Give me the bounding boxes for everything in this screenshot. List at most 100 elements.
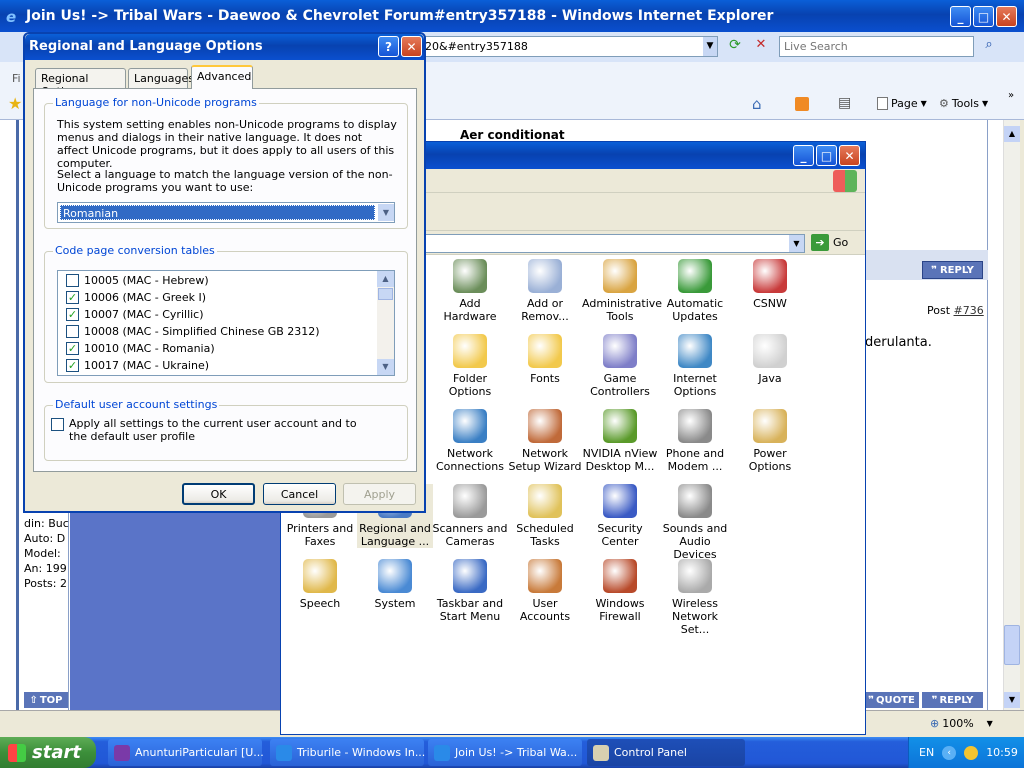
- top-button[interactable]: ⇧ TOP: [24, 692, 68, 708]
- control-panel-item[interactable]: Windows Firewall: [582, 559, 658, 623]
- ie-title-bar[interactable]: e Join Us! -> Tribal Wars - Daewoo & Che…: [0, 0, 1024, 32]
- control-panel-item[interactable]: Taskbar and Start Menu: [432, 559, 508, 623]
- control-panel-item[interactable]: Automatic Updates: [657, 259, 733, 323]
- control-panel-item[interactable]: Internet Options: [657, 334, 733, 398]
- messenger-smiley-icon[interactable]: [964, 745, 979, 760]
- close-icon[interactable]: ✕: [996, 6, 1017, 27]
- search-icon[interactable]: ⌕: [978, 37, 1000, 57]
- taskbar-button[interactable]: Join Us! -> Tribal Wa...: [428, 739, 582, 766]
- scroll-up-icon[interactable]: ▲: [1004, 126, 1020, 142]
- cp-maximize-icon[interactable]: □: [816, 145, 837, 166]
- codepage-checkbox[interactable]: ✓: [66, 308, 79, 321]
- control-panel-item[interactable]: User Accounts: [507, 559, 583, 623]
- reply-bottom-button[interactable]: ❞ REPLY: [922, 692, 983, 708]
- reply-button[interactable]: ❞ REPLY: [922, 261, 983, 279]
- scroll-thumb[interactable]: [1004, 625, 1020, 665]
- language-select[interactable]: Romanian ▼: [57, 202, 395, 223]
- control-panel-item[interactable]: Network Connections: [432, 409, 508, 473]
- minimize-icon[interactable]: _: [950, 6, 971, 27]
- chevron-right-icon[interactable]: »: [1008, 90, 1014, 101]
- codepage-row[interactable]: ✓ 10007 (MAC - Cyrillic): [58, 307, 376, 324]
- search-input[interactable]: [779, 36, 974, 57]
- print-icon[interactable]: ▤: [838, 95, 851, 111]
- ok-button[interactable]: OK: [182, 483, 255, 505]
- profile-info: din: Buc Auto: D Model: An: 199 Posts: 2: [24, 516, 69, 591]
- rss-feed-icon[interactable]: [795, 97, 809, 111]
- control-panel-item[interactable]: Administrative Tools: [582, 259, 662, 323]
- codepage-scroll-up-icon[interactable]: ▲: [377, 271, 394, 287]
- tab-advanced[interactable]: Advanced: [191, 65, 253, 89]
- control-panel-item[interactable]: Add or Remov...: [507, 259, 583, 323]
- go-button[interactable]: ➔ Go: [811, 234, 848, 251]
- codepage-checkbox[interactable]: [66, 325, 79, 338]
- control-panel-item[interactable]: Folder Options: [432, 334, 508, 398]
- codepage-list[interactable]: 10005 (MAC - Hebrew) ✓ 10006 (MAC - Greek …: [57, 270, 395, 376]
- control-panel-item[interactable]: Power Options: [732, 409, 808, 473]
- control-panel-item[interactable]: Phone and Modem ...: [657, 409, 733, 473]
- tab-panel: Language for non-Unicode programs This s…: [33, 88, 417, 472]
- control-panel-item[interactable]: Game Controllers: [582, 334, 658, 398]
- dialog-title-bar[interactable]: Regional and Language Options: [25, 34, 424, 60]
- language-dropdown-icon[interactable]: ▼: [378, 204, 394, 221]
- codepage-checkbox[interactable]: ✓: [66, 359, 79, 372]
- control-panel-item[interactable]: NVIDIA nView Desktop M...: [582, 409, 658, 473]
- taskbar-button[interactable]: Control Panel: [587, 739, 745, 766]
- control-panel-item[interactable]: Java: [732, 334, 808, 385]
- fi-label: Fi: [12, 72, 21, 85]
- start-button[interactable]: start: [0, 737, 96, 768]
- internet-options-icon: [678, 334, 712, 368]
- codepage-checkbox[interactable]: ✓: [66, 291, 79, 304]
- control-panel-item[interactable]: Add Hardware: [432, 259, 508, 323]
- codepage-scroll-down-icon[interactable]: ▼: [377, 359, 394, 375]
- codepage-scrollbar[interactable]: ▲ ▼: [377, 271, 394, 375]
- control-panel-item[interactable]: CSNW: [732, 259, 808, 310]
- taskbar-button[interactable]: Triburile - Windows In...: [270, 739, 425, 766]
- page-menu[interactable]: Page ▼: [877, 97, 927, 110]
- address-bar[interactable]: 20&#entry357188: [420, 36, 718, 57]
- control-panel-item[interactable]: Scheduled Tasks: [507, 484, 583, 548]
- language-indicator[interactable]: EN: [919, 746, 934, 759]
- page-scrollbar[interactable]: ▲ ▼: [1003, 120, 1020, 710]
- control-panel-item[interactable]: Security Center: [582, 484, 658, 548]
- codepage-checkbox[interactable]: [66, 274, 79, 287]
- favorites-star-icon[interactable]: ★: [8, 94, 22, 113]
- help-icon[interactable]: ?: [378, 36, 399, 57]
- codepage-row[interactable]: ✓ 10006 (MAC - Greek I): [58, 290, 376, 307]
- post-link[interactable]: #736: [954, 304, 984, 317]
- control-panel-item[interactable]: Sounds and Audio Devices: [657, 484, 733, 561]
- tab-languages[interactable]: Languages: [128, 68, 194, 88]
- cp-close-icon[interactable]: ✕: [839, 145, 860, 166]
- stop-icon[interactable]: ✕: [750, 37, 772, 57]
- refresh-icon[interactable]: ⟳: [724, 37, 746, 57]
- apply-button[interactable]: Apply: [343, 483, 416, 505]
- control-panel-item[interactable]: System: [357, 559, 433, 610]
- control-panel-item[interactable]: Fonts: [507, 334, 583, 385]
- taskbar-button[interactable]: AnunturiParticulari [U...: [108, 739, 264, 766]
- cp-address-dropdown-icon[interactable]: ▼: [789, 235, 804, 252]
- cancel-button[interactable]: Cancel: [263, 483, 336, 505]
- tray-expand-icon[interactable]: ‹: [942, 745, 957, 760]
- control-panel-item[interactable]: Network Setup Wizard: [507, 409, 583, 473]
- scroll-down-icon[interactable]: ▼: [1004, 692, 1020, 708]
- default-user-group: Default user account settings Apply all …: [44, 398, 408, 461]
- home-icon[interactable]: ⌂: [752, 95, 762, 113]
- codepage-row[interactable]: 10008 (MAC - Simplified Chinese GB 2312): [58, 324, 376, 341]
- codepage-row[interactable]: 10005 (MAC - Hebrew): [58, 273, 376, 290]
- codepage-row[interactable]: ✓ 10010 (MAC - Romania): [58, 341, 376, 358]
- quote-button[interactable]: ❞ QUOTE: [864, 692, 919, 708]
- control-panel-item[interactable]: Scanners and Cameras: [432, 484, 508, 548]
- tab-regional-options[interactable]: Regional Options: [35, 68, 126, 98]
- apply-default-checkbox[interactable]: [51, 418, 64, 431]
- control-panel-item[interactable]: Speech: [282, 559, 358, 610]
- dialog-close-icon[interactable]: ✕: [401, 36, 422, 57]
- codepage-row[interactable]: ✓ 10017 (MAC - Ukraine): [58, 358, 376, 375]
- codepage-scroll-thumb[interactable]: [378, 288, 393, 300]
- tools-menu[interactable]: ⚙ Tools ▼: [939, 97, 988, 110]
- zoom-control[interactable]: ⊕ 100% ▼: [930, 717, 993, 730]
- codepage-checkbox[interactable]: ✓: [66, 342, 79, 355]
- control-panel-item-label: Game Controllers: [590, 372, 650, 398]
- control-panel-item[interactable]: Wireless Network Set...: [657, 559, 733, 636]
- address-dropdown-icon[interactable]: ▼: [703, 37, 717, 56]
- maximize-icon[interactable]: □: [973, 6, 994, 27]
- cp-minimize-icon[interactable]: _: [793, 145, 814, 166]
